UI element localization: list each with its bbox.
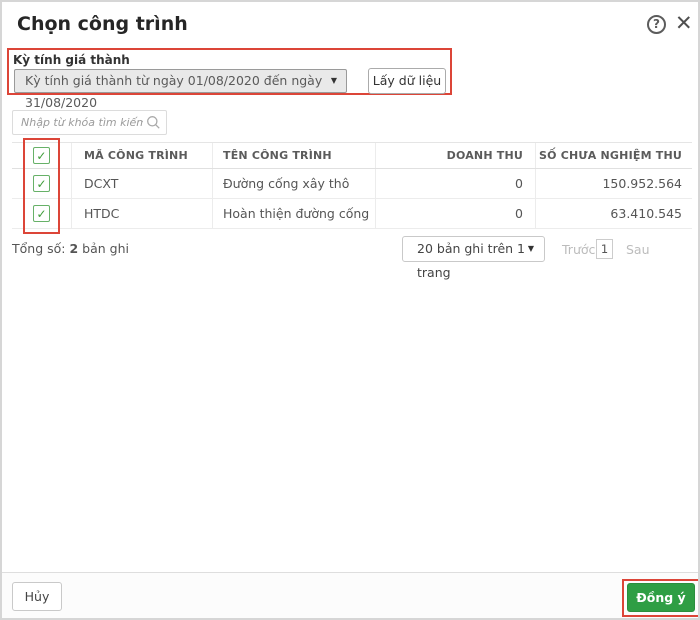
table-row[interactable]: ✓ HTDC Hoàn thiện đường cống 0 63.410.54… [12, 199, 692, 229]
search-box [12, 110, 167, 135]
total-suffix: bản ghi [78, 241, 129, 256]
table-row[interactable]: ✓ DCXT Đường cống xây thô 0 150.952.564 [12, 169, 692, 199]
row-checkbox[interactable]: ✓ [33, 205, 50, 222]
cell-code: DCXT [71, 169, 212, 198]
column-header-revenue[interactable]: DOANH THU [375, 143, 535, 168]
cell-unaccepted: 150.952.564 [535, 169, 692, 198]
pagination-current-page[interactable]: 1 [596, 239, 613, 259]
row-checkbox[interactable]: ✓ [33, 175, 50, 192]
total-prefix: Tổng số: [12, 241, 66, 256]
pagination-prev[interactable]: Trước [562, 242, 595, 257]
search-input[interactable] [13, 111, 143, 134]
projects-table: ✓ MÃ CÔNG TRÌNH TÊN CÔNG TRÌNH DOANH THU… [12, 142, 692, 229]
cancel-button[interactable]: Hủy [12, 582, 62, 611]
page-size-value: 20 bản ghi trên 1 trang [417, 241, 525, 280]
table-header-row: ✓ MÃ CÔNG TRÌNH TÊN CÔNG TRÌNH DOANH THU… [12, 142, 692, 169]
search-icon[interactable] [146, 115, 161, 134]
cell-code: HTDC [71, 199, 212, 228]
column-header-unaccepted[interactable]: SỐ CHƯA NGHIỆM THU [535, 143, 692, 168]
close-icon[interactable]: ✕ [675, 11, 693, 35]
period-label: Kỳ tính giá thành [13, 53, 130, 67]
chevron-down-icon: ▼ [528, 237, 534, 261]
column-header-name[interactable]: TÊN CÔNG TRÌNH [212, 143, 375, 168]
footer-bar [2, 573, 700, 620]
checkmark-icon: ✓ [36, 208, 46, 220]
checkmark-icon: ✓ [36, 150, 46, 162]
cell-name: Đường cống xây thô [212, 169, 375, 198]
fetch-data-button[interactable]: Lấy dữ liệu [368, 68, 446, 94]
cell-unaccepted: 63.410.545 [535, 199, 692, 228]
confirm-button[interactable]: Đồng ý [627, 583, 695, 612]
cell-name: Hoàn thiện đường cống [212, 199, 375, 228]
total-count: 2 [69, 241, 78, 256]
chevron-down-icon: ▼ [331, 70, 337, 92]
period-dropdown[interactable]: Kỳ tính giá thành từ ngày 01/08/2020 đến… [14, 69, 347, 93]
total-records-label: Tổng số: 2 bản ghi [12, 241, 129, 256]
column-header-code[interactable]: MÃ CÔNG TRÌNH [71, 143, 212, 168]
cell-revenue: 0 [375, 169, 535, 198]
cell-revenue: 0 [375, 199, 535, 228]
help-icon[interactable]: ? [647, 15, 666, 34]
page-size-dropdown[interactable]: 20 bản ghi trên 1 trang ▼ [402, 236, 545, 262]
select-all-checkbox[interactable]: ✓ [33, 147, 50, 164]
checkmark-icon: ✓ [36, 178, 46, 190]
pagination-next[interactable]: Sau [626, 242, 650, 257]
period-dropdown-value: Kỳ tính giá thành từ ngày 01/08/2020 đến… [25, 73, 322, 110]
choose-project-dialog: Chọn công trình ? ✕ Kỳ tính giá thành Kỳ… [0, 0, 700, 620]
page-title: Chọn công trình [17, 13, 188, 35]
